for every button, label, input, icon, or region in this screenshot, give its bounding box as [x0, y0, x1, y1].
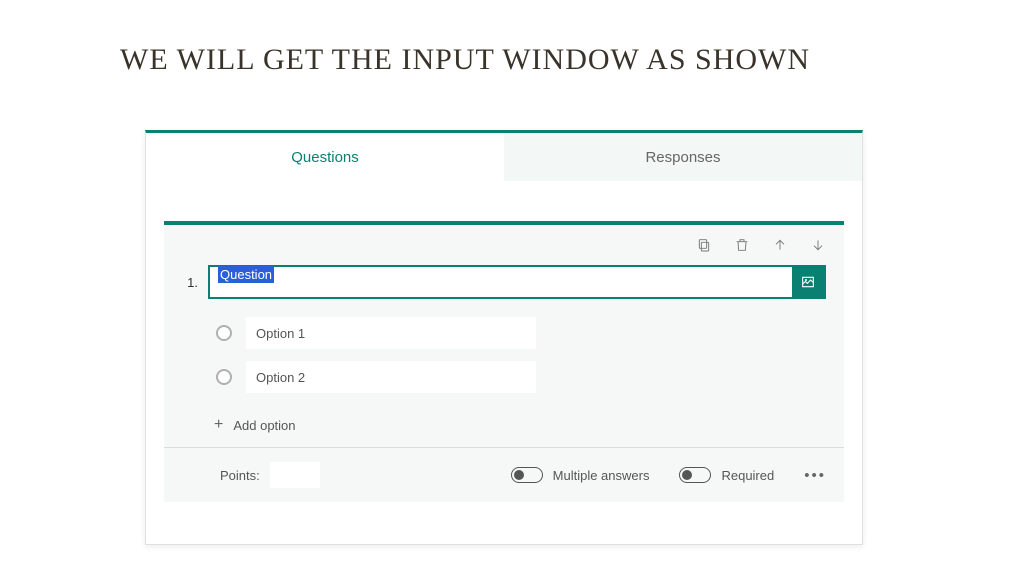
card-footer: Points: Multiple answers Required ••• [164, 447, 844, 502]
tab-bar: Questions Responses [146, 133, 862, 181]
points-input[interactable] [270, 462, 320, 488]
card-toolbar [164, 225, 844, 259]
option-input-2[interactable] [246, 361, 536, 393]
question-row: 1. Question [164, 259, 844, 307]
copy-icon[interactable] [696, 237, 712, 253]
more-options-icon[interactable]: ••• [804, 467, 826, 484]
tab-questions[interactable]: Questions [146, 133, 504, 181]
multiple-answers-toggle[interactable] [511, 467, 543, 483]
trash-icon[interactable] [734, 237, 750, 253]
plus-icon: + [214, 417, 223, 433]
multiple-answers-label: Multiple answers [553, 468, 650, 483]
option-input-1[interactable] [246, 317, 536, 349]
move-down-icon[interactable] [810, 237, 826, 253]
option-row [216, 361, 844, 393]
forms-editor-frame: Questions Responses 1. Question [145, 130, 863, 545]
points-label: Points: [220, 468, 260, 483]
question-card: 1. Question + Add option Points: [164, 221, 844, 502]
move-up-icon[interactable] [772, 237, 788, 253]
add-option-label: Add option [233, 418, 295, 433]
insert-media-button[interactable] [792, 267, 824, 297]
question-input-wrap: Question [208, 265, 826, 299]
tab-responses[interactable]: Responses [504, 133, 862, 181]
radio-icon[interactable] [216, 325, 232, 341]
radio-icon[interactable] [216, 369, 232, 385]
options-list [164, 307, 844, 409]
slide-title: WE WILL GET THE INPUT WINDOW AS SHOWN [0, 0, 1024, 79]
add-option-button[interactable]: + Add option [164, 409, 844, 447]
required-toggle[interactable] [679, 467, 711, 483]
option-row [216, 317, 844, 349]
required-label: Required [721, 468, 774, 483]
question-number: 1. [182, 275, 198, 290]
question-input[interactable]: Question [210, 267, 792, 297]
